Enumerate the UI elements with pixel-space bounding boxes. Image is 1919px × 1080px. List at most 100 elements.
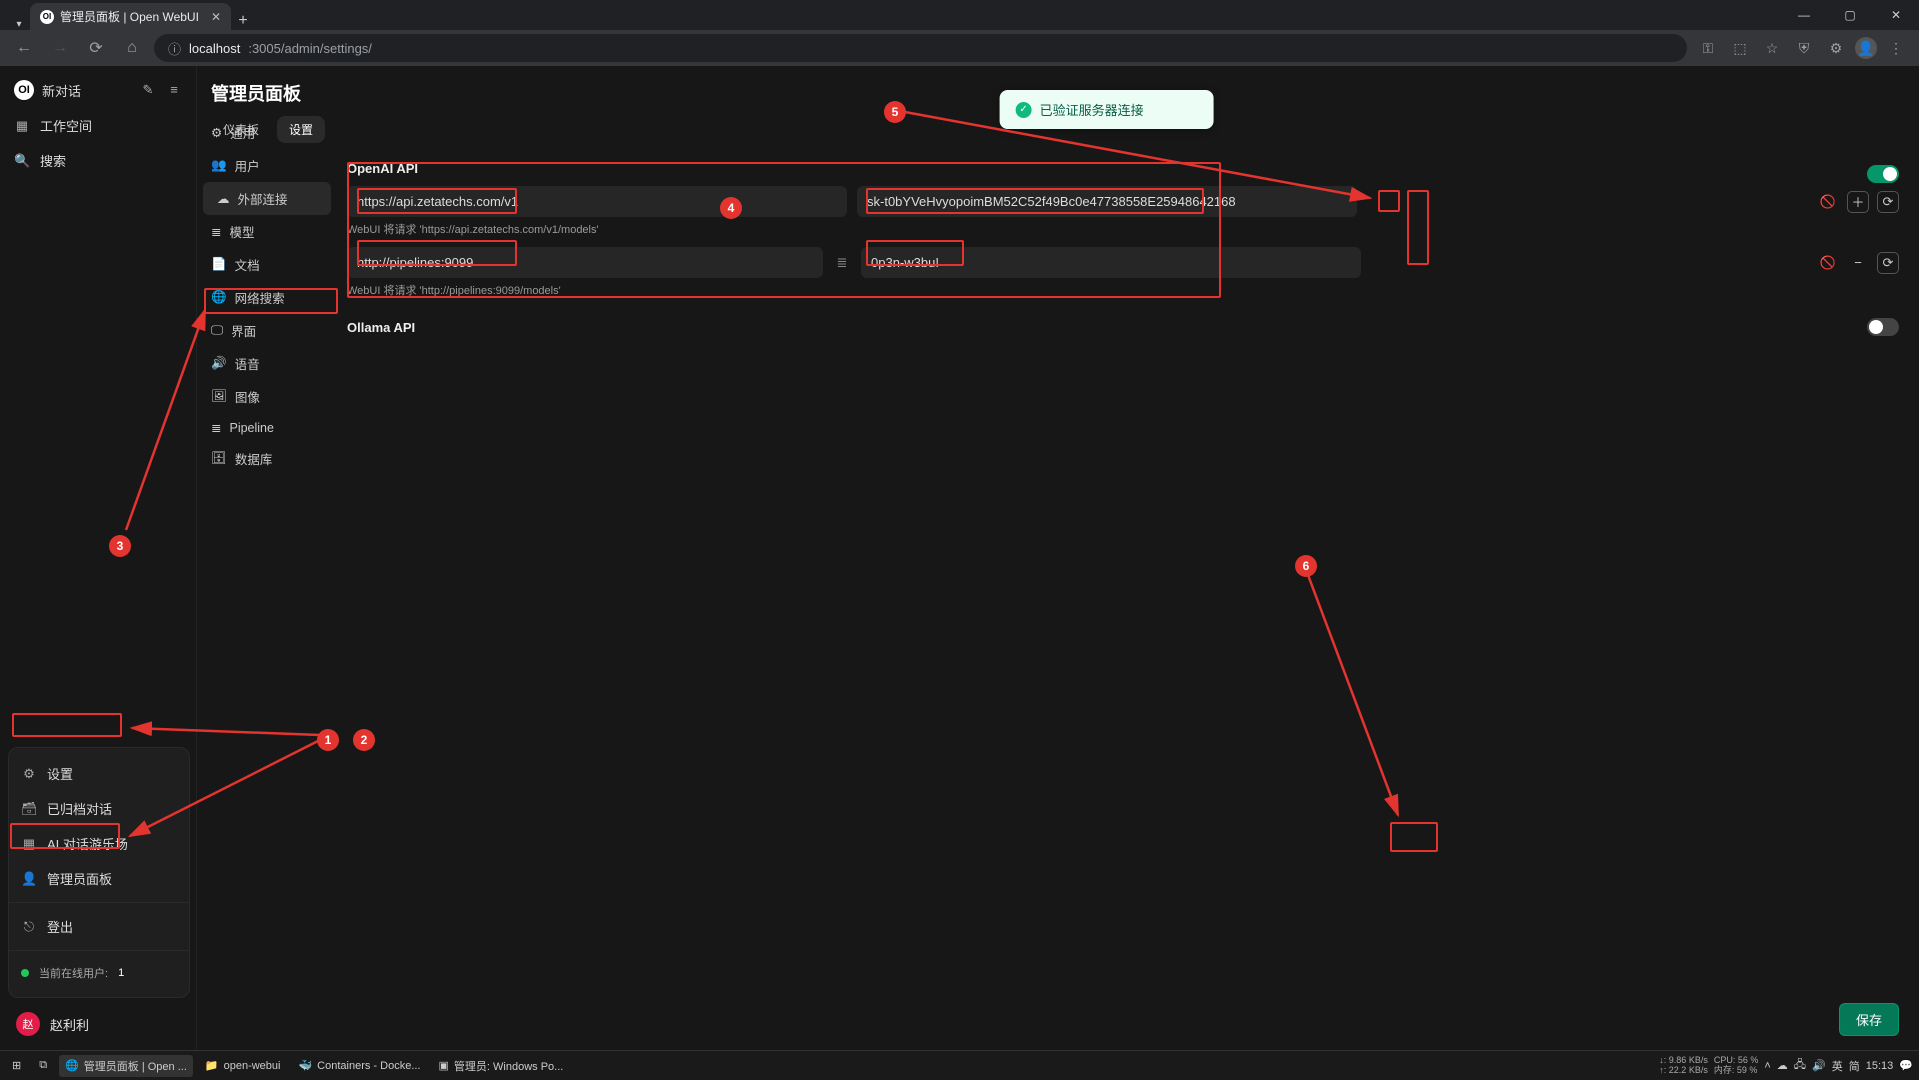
browser-address-bar: ← → ⟳ ⌂ ⓘ localhost :3005/admin/settings/… (0, 30, 1919, 66)
tray-chevron-icon[interactable]: ˄ (1764, 1060, 1770, 1072)
speaker-icon: 🔊 (211, 356, 227, 371)
online-users: 当前在线用户: 1 (9, 957, 189, 989)
settings-nav-interface[interactable]: 🖵界面 (197, 314, 337, 347)
avatar: 赵 (16, 1012, 40, 1036)
settings-nav-images[interactable]: 🖼图像 (197, 380, 337, 413)
forward-icon[interactable]: → (46, 39, 74, 57)
browser-titlebar: ▾ OI 管理员面板 | Open WebUI ✕ + — ▢ ✕ (0, 0, 1919, 30)
layers-icon: ≣ (211, 420, 221, 435)
settings-nav-websearch[interactable]: 🌐网络搜索 (197, 281, 337, 314)
notifications-icon[interactable]: 💬 (1899, 1059, 1913, 1072)
tab-settings[interactable]: 设置 (277, 116, 325, 143)
shield-icon[interactable]: ⛨ (1791, 40, 1817, 57)
user-icon: 👤 (21, 871, 37, 887)
windows-taskbar: ⊞ ⧉ 🌐 管理员面板 | Open ... 📁 open-webui 🐳 Co… (0, 1050, 1919, 1080)
settings-nav-external[interactable]: ☁外部连接 (203, 182, 331, 215)
menu-logout[interactable]: ⎋登出 (9, 909, 189, 944)
check-icon: ✓ (1016, 102, 1032, 118)
cpu-mem: CPU: 56 % 内存: 59 % (1714, 1056, 1759, 1076)
openai-hint-1: WebUI 将请求 'http://pipelines:9099/models' (347, 282, 1899, 298)
user-menu-popup: ⚙设置 🗃已归档对话 ▦AI 对话游乐场 👤管理员面板 ⎋登出 当前在线用户: … (8, 747, 190, 998)
back-icon[interactable]: ← (10, 39, 38, 57)
remove-row-button[interactable]: − (1847, 252, 1869, 274)
reload-icon[interactable]: ⟳ (82, 38, 110, 58)
tabs-dropdown-icon[interactable]: ▾ (8, 19, 30, 30)
settings-nav-database[interactable]: 🗄数据库 (197, 442, 337, 475)
user-name-label: 赵利利 (50, 1015, 89, 1034)
pipelines-icon: ≣ (833, 254, 851, 272)
workspace-link[interactable]: ▦ 工作空间 (12, 112, 184, 139)
menu-admin-panel[interactable]: 👤管理员面板 (9, 861, 189, 896)
ollama-toggle[interactable] (1867, 318, 1899, 336)
image-icon: 🖼 (211, 389, 227, 404)
tray-network-icon[interactable]: 🖧 (1794, 1056, 1806, 1075)
visibility-off-icon[interactable]: 🚫 (1817, 191, 1839, 213)
tray-cloud-icon[interactable]: ☁ (1777, 1059, 1788, 1072)
ime-lang[interactable]: 英 (1832, 1058, 1843, 1074)
current-user-button[interactable]: 赵 赵利利 (8, 1006, 97, 1042)
password-icon[interactable]: ⚿ (1695, 40, 1721, 57)
add-row-button[interactable]: ＋ (1847, 191, 1869, 213)
taskbar-powershell[interactable]: ▣ 管理员: Windows Po... (433, 1055, 570, 1077)
url-path: :3005/admin/settings/ (248, 41, 372, 56)
openai-url-input-1[interactable] (347, 247, 823, 278)
new-chat-button[interactable]: 新对话 (42, 81, 81, 100)
settings-nav-users[interactable]: 👥用户 (197, 149, 337, 182)
close-tab-icon[interactable]: ✕ (211, 10, 221, 24)
extensions-icon[interactable]: ⚙ (1823, 40, 1849, 57)
playground-icon: ▦ (21, 836, 37, 852)
kebab-menu-icon[interactable]: ⋮ (1883, 40, 1909, 57)
minimize-icon[interactable]: — (1781, 0, 1827, 30)
menu-archived[interactable]: 🗃已归档对话 (9, 791, 189, 826)
profile-icon[interactable]: 👤 (1855, 37, 1877, 59)
bookmark-icon[interactable]: ☆ (1759, 40, 1785, 57)
openai-url-input-0[interactable] (347, 186, 847, 217)
tab-title: 管理员面板 | Open WebUI (60, 8, 199, 25)
url-host: localhost (189, 41, 240, 56)
openai-key-input-0[interactable] (857, 186, 1357, 217)
menu-settings[interactable]: ⚙设置 (9, 756, 189, 791)
site-info-icon[interactable]: ⓘ (168, 39, 181, 58)
settings-nav-voice[interactable]: 🔊语音 (197, 347, 337, 380)
visibility-off-icon[interactable]: 🚫 (1817, 252, 1839, 274)
tray-volume-icon[interactable]: 🔊 (1812, 1059, 1826, 1072)
browser-tab[interactable]: OI 管理员面板 | Open WebUI ✕ (30, 3, 231, 30)
success-toast: ✓ 已验证服务器连接 (1000, 90, 1214, 129)
maximize-icon[interactable]: ▢ (1827, 0, 1873, 30)
new-tab-button[interactable]: + (231, 12, 255, 30)
ime-mode[interactable]: 简 (1849, 1058, 1860, 1074)
settings-nav-docs[interactable]: 📄文档 (197, 248, 337, 281)
menu-playground[interactable]: ▦AI 对话游乐场 (9, 826, 189, 861)
taskbar-folder[interactable]: 📁 open-webui (199, 1056, 287, 1075)
edit-icon[interactable]: ✎ (140, 82, 156, 98)
save-button[interactable]: 保存 (1839, 1003, 1899, 1036)
users-icon: 👥 (211, 158, 227, 173)
left-sidebar: OI 新对话 ✎ ≡ ▦ 工作空间 🔍 搜索 ⚙设置 🗃已归档对话 ▦AI 对话… (0, 66, 197, 1050)
globe-icon: 🌐 (211, 290, 227, 305)
taskview-button[interactable]: ⧉ (33, 1056, 53, 1075)
close-window-icon[interactable]: ✕ (1873, 0, 1919, 30)
tab-favicon: OI (40, 10, 54, 24)
taskbar-docker[interactable]: 🐳 Containers - Docke... (292, 1056, 426, 1075)
doc-icon: 📄 (211, 257, 227, 272)
search-link[interactable]: 🔍 搜索 (12, 147, 184, 174)
start-button[interactable]: ⊞ (6, 1056, 27, 1075)
search-icon: 🔍 (14, 153, 30, 169)
refresh-button[interactable]: ⟳ (1877, 191, 1899, 213)
menu-icon[interactable]: ≡ (166, 82, 182, 98)
tab-dashboard[interactable]: 仪表板 (211, 116, 271, 143)
taskbar-chrome[interactable]: 🌐 管理员面板 | Open ... (59, 1055, 193, 1077)
settings-nav-models[interactable]: ≣模型 (197, 215, 337, 248)
db-icon: 🗄 (211, 451, 227, 466)
openai-api-title: OpenAI API (347, 161, 418, 176)
install-app-icon[interactable]: ⬚ (1727, 40, 1753, 57)
page-title: 管理员面板 (211, 80, 325, 106)
online-dot-icon (21, 969, 29, 977)
settings-nav-pipeline[interactable]: ≣Pipeline (197, 413, 337, 442)
home-icon[interactable]: ⌂ (118, 39, 146, 57)
refresh-button[interactable]: ⟳ (1877, 252, 1899, 274)
openai-key-input-1[interactable] (861, 247, 1361, 278)
url-field[interactable]: ⓘ localhost :3005/admin/settings/ (154, 34, 1687, 62)
openai-toggle[interactable] (1867, 165, 1899, 183)
clock[interactable]: 15:13 (1866, 1060, 1894, 1072)
